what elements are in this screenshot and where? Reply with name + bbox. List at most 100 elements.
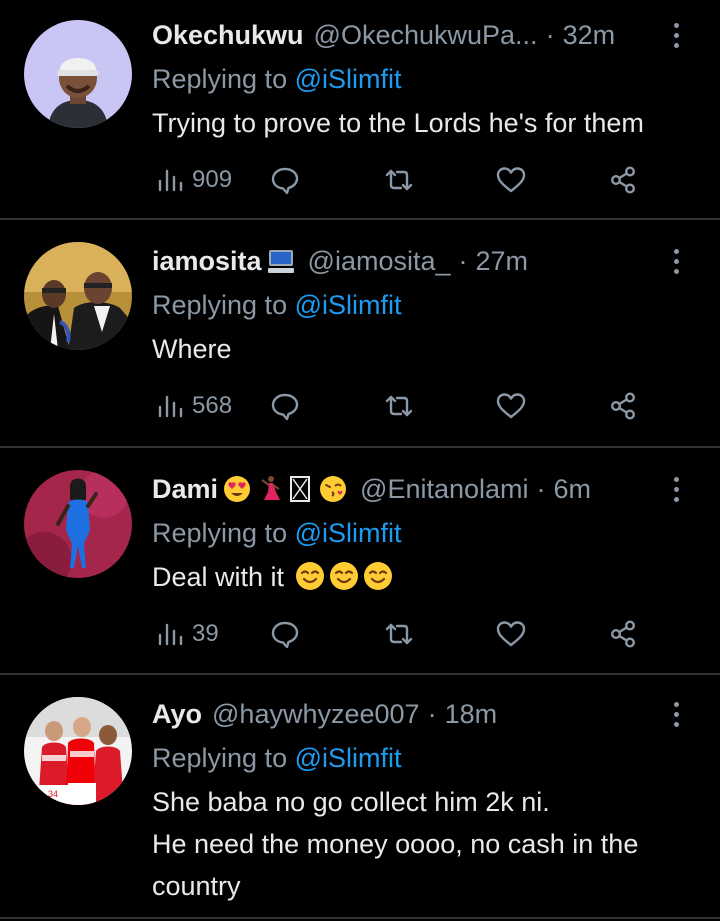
heart-icon <box>496 167 526 193</box>
more-vertical-icon[interactable] <box>664 697 688 731</box>
more-vertical-icon[interactable] <box>664 472 688 506</box>
tweet-item[interactable]: Dami @Enitanolami · 6m Replying to @iSli… <box>0 448 720 674</box>
dancer-emoji-icon <box>261 476 281 500</box>
replying-to-label: Replying to <box>152 64 295 94</box>
views-button[interactable]: 568 <box>156 386 232 426</box>
timestamp[interactable]: 18m <box>445 697 498 731</box>
smiling-blush-emoji-icon <box>363 562 392 590</box>
tweet-text: Where <box>152 334 232 364</box>
reply-feed: Okechukwu @OkechukwuPa... · 32m Replying… <box>0 0 720 921</box>
separator-dot: · <box>536 474 546 504</box>
separator-dot: · <box>427 699 437 729</box>
tweet-text-content: Deal with it <box>152 562 285 592</box>
timestamp[interactable]: 6m <box>554 472 592 506</box>
svg-text:34: 34 <box>48 789 58 799</box>
replying-to-label: Replying to <box>152 743 295 773</box>
share-button[interactable] <box>608 386 638 426</box>
share-icon <box>610 392 636 420</box>
replying-to-label: Replying to <box>152 518 295 548</box>
smiling-blush-emoji-icon <box>295 562 324 590</box>
heart-icon <box>496 621 526 647</box>
display-name[interactable]: iamosita <box>152 244 262 278</box>
tweet-item[interactable]: Okechukwu @OkechukwuPa... · 32m Replying… <box>0 0 720 218</box>
reply-button[interactable] <box>270 160 300 200</box>
user-handle[interactable]: @OkechukwuPa... <box>314 18 538 52</box>
more-vertical-icon[interactable] <box>664 18 688 52</box>
kissing-emoji-icon <box>320 476 347 502</box>
reply-button[interactable] <box>270 614 300 654</box>
views-button[interactable]: 39 <box>156 614 219 654</box>
tweet-item[interactable]: 34 Ayo @haywhyzee007 · 18m Replying to @… <box>0 675 720 921</box>
tweet-header: Ayo @haywhyzee007 · 18m <box>152 697 700 731</box>
like-button[interactable] <box>496 614 526 654</box>
retweet-button[interactable] <box>384 614 414 654</box>
smiling-blush-emoji-icon <box>329 562 358 590</box>
mention-link[interactable]: @iSlimfit <box>295 290 402 320</box>
tweet-header: Okechukwu @OkechukwuPa... · 32m <box>152 18 700 52</box>
tweet-text: Trying to prove to the Lords he's for th… <box>152 108 644 138</box>
computer-emoji-icon <box>267 250 294 273</box>
separator-dot: · <box>458 246 468 276</box>
name-emoji <box>266 246 298 276</box>
timestamp[interactable]: 27m <box>476 244 529 278</box>
replying-to: Replying to @iSlimfit <box>152 288 700 322</box>
more-vertical-icon[interactable] <box>664 244 688 278</box>
views-count: 39 <box>192 620 219 647</box>
retweet-button[interactable] <box>384 386 414 426</box>
reply-button[interactable] <box>270 386 300 426</box>
tweet-text: She baba no go collect him 2k ni. He nee… <box>152 787 639 901</box>
unknown-emoji-icon <box>290 476 311 502</box>
mention-link[interactable]: @iSlimfit <box>295 64 402 94</box>
like-button[interactable] <box>496 386 526 426</box>
retweet-button[interactable] <box>384 160 414 200</box>
separator-dot: · <box>545 20 555 50</box>
heart-eyes-emoji-icon <box>224 476 251 502</box>
mention-link[interactable]: @iSlimfit <box>295 518 402 548</box>
blush-emoji-run <box>292 562 394 592</box>
share-icon <box>610 620 636 648</box>
user-handle[interactable]: @haywhyzee007 <box>212 697 420 731</box>
views-bar-icon <box>158 623 183 646</box>
avatar[interactable] <box>24 242 132 350</box>
reply-bubble-icon <box>271 621 299 649</box>
like-button[interactable] <box>496 160 526 200</box>
action-bar: 568 <box>152 386 720 426</box>
heart-icon <box>496 393 526 419</box>
user-handle[interactable]: @Enitanolami <box>360 472 529 506</box>
timestamp[interactable]: 32m <box>563 18 616 52</box>
display-name[interactable]: Ayo <box>152 697 202 731</box>
tweet-divider <box>0 917 720 919</box>
avatar-image <box>24 470 132 578</box>
views-bar-icon <box>158 395 183 418</box>
views-count: 568 <box>192 392 233 419</box>
avatar-image <box>24 242 132 350</box>
action-bar: 39 <box>152 614 720 654</box>
action-bar: 909 <box>152 160 720 200</box>
display-name[interactable]: Dami <box>152 472 218 506</box>
avatar-image: 34 <box>24 697 132 805</box>
avatar[interactable] <box>24 470 132 578</box>
avatar[interactable]: 34 <box>24 697 132 805</box>
retweet-icon <box>385 395 413 417</box>
share-button[interactable] <box>608 160 638 200</box>
replying-to: Replying to @iSlimfit <box>152 516 700 550</box>
views-bar-icon <box>158 169 183 192</box>
mention-link[interactable]: @iSlimfit <box>295 743 402 773</box>
retweet-icon <box>385 169 413 191</box>
avatar-image <box>24 20 132 128</box>
views-button[interactable]: 909 <box>156 160 232 200</box>
display-name[interactable]: Okechukwu <box>152 18 304 52</box>
reply-bubble-icon <box>271 167 299 195</box>
replying-to: Replying to @iSlimfit <box>152 62 700 96</box>
avatar[interactable] <box>24 20 132 128</box>
replying-to-label: Replying to <box>152 290 295 320</box>
user-handle[interactable]: @iamosita_ <box>308 244 451 278</box>
tweet-item[interactable]: iamosita @iamosita_ · 27m Replying to @i… <box>0 220 720 446</box>
tweet-text: Deal with it <box>152 556 700 598</box>
views-count: 909 <box>192 166 233 193</box>
reply-bubble-icon <box>271 393 299 421</box>
retweet-icon <box>385 623 413 645</box>
share-button[interactable] <box>608 614 638 654</box>
name-emoji <box>222 474 350 504</box>
share-icon <box>610 166 636 194</box>
